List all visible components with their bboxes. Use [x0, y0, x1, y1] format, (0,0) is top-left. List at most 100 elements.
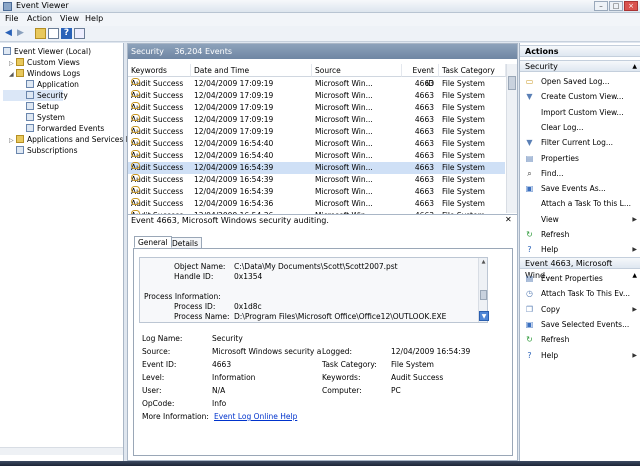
title-bar: Event Viewer – □ ×	[0, 0, 640, 13]
event-row[interactable]: Audit Success 12/04/2009 16:54:36 Microsof…	[128, 198, 505, 210]
key-icon	[131, 126, 140, 133]
minimize-button[interactable]: –	[594, 1, 608, 11]
action-help[interactable]: ? Help ▶	[520, 348, 640, 363]
tree-item-application[interactable]: Application	[3, 79, 134, 90]
menu-file[interactable]: File	[5, 14, 18, 23]
event-cell-date: 12/04/2009 17:09:19	[194, 103, 274, 112]
tree-item-subscriptions[interactable]: Subscriptions	[3, 145, 134, 156]
submenu-arrow-icon: ▶	[632, 305, 637, 313]
event-cell-keyword: Audit Success	[131, 162, 183, 174]
action-save-events-as[interactable]: ▣ Save Events As...	[520, 181, 640, 196]
log-icon	[26, 124, 34, 132]
folder-icon	[16, 135, 24, 143]
event-row[interactable]: Audit Success 12/04/2009 17:09:19 Microsof…	[128, 102, 505, 114]
tree-item-windows-logs[interactable]: ◢ Windows Logs	[3, 68, 134, 79]
tree-item-setup[interactable]: Setup	[3, 101, 134, 112]
action-refresh[interactable]: ↻ Refresh	[520, 227, 640, 242]
action-label: Refresh	[541, 230, 570, 239]
tree-item-custom-views[interactable]: ▷ Custom Views	[3, 57, 134, 68]
events-panel-header: Security 36,204 Events	[128, 44, 517, 59]
tree-item-system[interactable]: System	[3, 112, 134, 123]
forward-icon[interactable]: ▶	[15, 28, 26, 39]
event-cell-source: Microsoft Win...	[315, 127, 373, 136]
tree-horizontal-scrollbar[interactable]	[0, 447, 123, 455]
column-event-id[interactable]: Event ID	[402, 64, 439, 88]
event-row[interactable]: Audit Success 12/04/2009 16:54:40 Microsof…	[128, 150, 505, 162]
user-label: User:	[142, 386, 162, 395]
key-icon	[131, 102, 140, 109]
event-cell-category: File System	[442, 151, 485, 160]
action-open-saved-log[interactable]: ▭ Open Saved Log...	[520, 74, 640, 89]
menu-view[interactable]: View	[60, 14, 79, 23]
event-log-online-help-link[interactable]: Event Log Online Help	[214, 412, 297, 421]
scroll-up-icon[interactable]: ▲	[480, 259, 487, 266]
action-save-selected-events[interactable]: ▣ Save Selected Events...	[520, 317, 640, 332]
action-attach-a-task-to-this-l[interactable]: Attach a Task To this L...	[520, 196, 640, 211]
actions-section-event[interactable]: Event 4663, Microsoft Wind... ▲	[520, 257, 640, 280]
action-filter-current-log[interactable]: ▼ Filter Current Log...	[520, 135, 640, 150]
key-icon	[131, 150, 140, 157]
action-refresh[interactable]: ↻ Refresh	[520, 332, 640, 347]
tree-item-security[interactable]: Security	[3, 90, 68, 101]
tree-item-event-viewer-local[interactable]: Event Viewer (Local)	[3, 46, 134, 57]
tree-item-forwarded-events[interactable]: Forwarded Events	[3, 123, 134, 134]
action-properties[interactable]: ▤ Properties	[520, 151, 640, 166]
action-create-custom-view[interactable]: ▼ Create Custom View...	[520, 89, 640, 104]
column-keywords[interactable]: Keywords	[128, 64, 191, 77]
close-button[interactable]: ×	[624, 1, 638, 11]
action-view[interactable]: View ▶	[520, 212, 640, 227]
tab-general[interactable]: General	[134, 236, 172, 248]
action-help[interactable]: ? Help ▶	[520, 242, 640, 257]
folder-icon	[16, 58, 24, 66]
keywords-value: Audit Success	[391, 373, 444, 382]
event-row[interactable]: Audit Success 12/04/2009 16:54:40 Microsof…	[128, 138, 505, 150]
action-import-custom-view[interactable]: Import Custom View...	[520, 105, 640, 120]
toolbar: ◀ ▶ ?	[0, 26, 640, 42]
key-icon	[131, 90, 140, 97]
actions-section-security[interactable]: Security ▲	[520, 60, 640, 72]
events-vertical-scrollbar[interactable]	[506, 64, 517, 213]
event-cell-category: File System	[442, 127, 485, 136]
menu-help[interactable]: Help	[85, 14, 103, 23]
event-row[interactable]: Audit Success 12/04/2009 16:54:39 Microsof…	[128, 162, 505, 174]
action-find[interactable]: ⌕ Find...	[520, 166, 640, 181]
log-icon	[26, 80, 34, 88]
event-cell-source: Microsoft Win...	[315, 175, 373, 184]
action-clear-log[interactable]: Clear Log...	[520, 120, 640, 135]
action-event-properties[interactable]: ▤ Event Properties	[520, 271, 640, 286]
event-cell-category: File System	[442, 187, 485, 196]
action-label: Properties	[541, 153, 579, 163]
event-cell-source: Microsoft Win...	[315, 199, 373, 208]
event-cell-date: 12/04/2009 16:54:40	[194, 139, 274, 148]
event-cell-date: 12/04/2009 16:54:39	[194, 163, 274, 172]
column-date-time[interactable]: Date and Time	[191, 64, 312, 77]
column-task-category[interactable]: Task Category	[439, 64, 506, 77]
close-detail-icon[interactable]: ✕	[505, 215, 512, 224]
action-copy[interactable]: ❐ Copy ▶	[520, 302, 640, 317]
column-source[interactable]: Source	[312, 64, 402, 77]
help-icon[interactable]: ?	[61, 28, 72, 39]
log-icon	[26, 91, 34, 99]
process-name-label: Process Name:	[174, 312, 230, 321]
folder-icon[interactable]	[35, 28, 46, 39]
console-icon[interactable]	[74, 28, 85, 39]
event-cell-id: 4663	[414, 139, 434, 148]
handle-id-label: Handle ID:	[174, 272, 214, 281]
menu-action[interactable]: Action	[27, 14, 52, 23]
scrollbar-thumb[interactable]	[508, 76, 516, 90]
event-row[interactable]: Audit Success 12/04/2009 17:09:19 Microsof…	[128, 114, 505, 126]
event-cell-keyword: Audit Success	[131, 78, 183, 90]
event-row[interactable]: Audit Success 12/04/2009 17:09:19 Microsof…	[128, 78, 505, 90]
scroll-down-icon[interactable]: ▼	[479, 311, 489, 321]
event-row[interactable]: Audit Success 12/04/2009 17:09:19 Microsof…	[128, 126, 505, 138]
filter-icon: ▼	[526, 92, 533, 102]
event-row[interactable]: Audit Success 12/04/2009 16:54:39 Microsof…	[128, 174, 505, 186]
tree-item-applications-and-services[interactable]: ▷ Applications and Services Lo	[3, 134, 134, 145]
event-row[interactable]: Audit Success 12/04/2009 17:09:19 Microsof…	[128, 90, 505, 102]
back-icon[interactable]: ◀	[3, 28, 14, 39]
properties-icon[interactable]	[48, 28, 59, 39]
action-attach-task-to-this-ev[interactable]: ◷ Attach Task To This Ev...	[520, 286, 640, 301]
maximize-button[interactable]: □	[609, 1, 623, 11]
description-scroll-thumb[interactable]	[480, 290, 487, 300]
event-row[interactable]: Audit Success 12/04/2009 16:54:39 Microsof…	[128, 186, 505, 198]
